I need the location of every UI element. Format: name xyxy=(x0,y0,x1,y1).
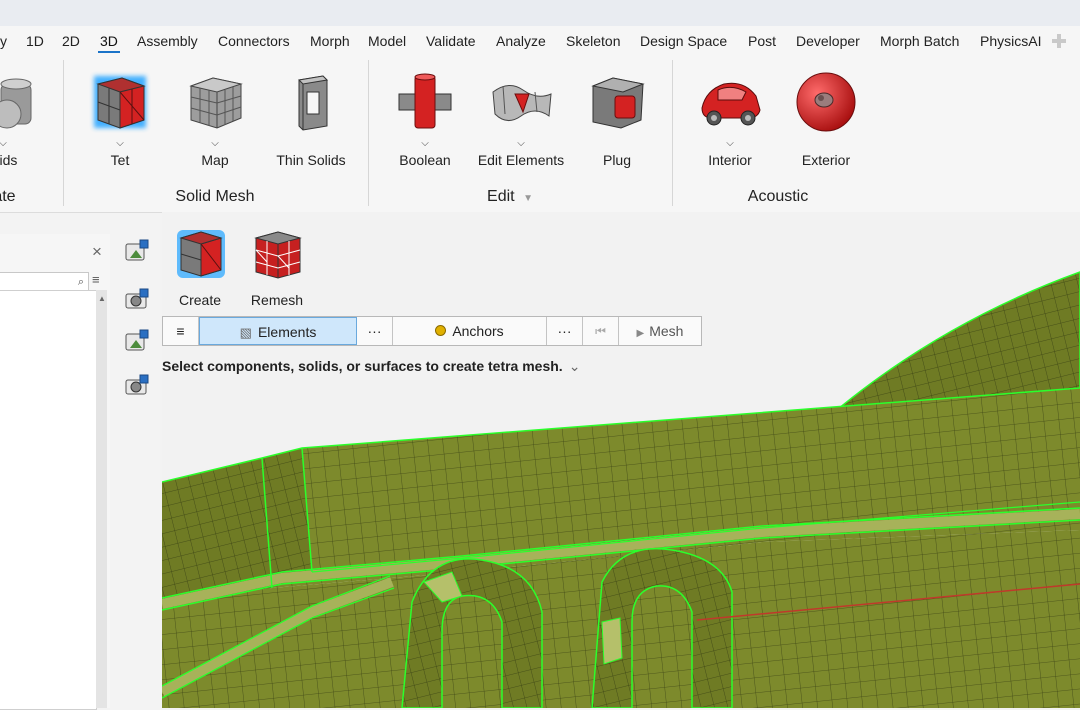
tab-skeleton[interactable]: Skeleton xyxy=(566,33,620,49)
elements-options-button[interactable]: ··· xyxy=(357,317,393,345)
tool-interior[interactable]: ⌵ Interior xyxy=(685,56,775,174)
tool-label: Create xyxy=(178,292,222,308)
tool-label: olids xyxy=(0,152,18,168)
remesh-icon xyxy=(254,231,302,279)
play-icon: ▶ xyxy=(636,328,645,339)
elements-label: Elements xyxy=(257,324,317,340)
tool-map[interactable]: ⌵ Map xyxy=(170,56,260,174)
tool-edit-elements[interactable]: ⌵ Edit Elements xyxy=(476,56,566,174)
tool-label: Exterior xyxy=(801,152,851,168)
tool-create[interactable]: Create xyxy=(165,222,235,308)
mesh-button[interactable]: ▶ Mesh xyxy=(619,317,701,345)
view-snapshot-icon[interactable] xyxy=(122,370,152,400)
tab-analyze[interactable]: Analyze xyxy=(496,33,546,49)
tab-3d[interactable]: 3D xyxy=(98,33,120,53)
tet-icon xyxy=(94,76,146,129)
map-icon xyxy=(189,77,243,129)
search-icon[interactable]: ⌕ xyxy=(78,276,84,289)
group-edit[interactable]: Edit ▼ xyxy=(462,188,558,206)
tab-physicsai[interactable]: PhysicsAI xyxy=(980,33,1041,49)
tool-label: Thin Solids xyxy=(276,152,346,168)
tab-assembly[interactable]: Assembly xyxy=(137,33,198,49)
tool-remesh[interactable]: Remesh xyxy=(242,222,312,308)
tab-1d[interactable]: 1D xyxy=(26,33,44,49)
tab-morph[interactable]: Morph xyxy=(310,33,350,49)
filter-icon[interactable]: ≡ xyxy=(92,272,100,287)
tab-design-space[interactable]: Design Space xyxy=(640,33,727,49)
tab-validate[interactable]: Validate xyxy=(426,33,476,49)
chevron-down-icon: ⌵ xyxy=(0,138,7,149)
tool-solids[interactable]: ⌵ olids xyxy=(0,56,48,174)
anchors-options-button[interactable]: ··· xyxy=(547,317,583,345)
tool-tet[interactable]: ⌵ Tet xyxy=(75,56,165,174)
chevron-down-icon: ⌵ xyxy=(116,138,124,149)
chevron-down-icon: ▼ xyxy=(523,193,533,204)
group-separator xyxy=(672,60,673,206)
group-separator xyxy=(368,60,369,206)
create-icon xyxy=(177,230,225,278)
tool-label: Tet xyxy=(110,152,130,168)
edit-elements-icon xyxy=(492,85,552,121)
title-strip xyxy=(0,0,1080,26)
context-toolbar: Create Remesh ≡ ▧ Elements ··· Anchors ··… xyxy=(162,222,722,382)
elements-icon: ▧ xyxy=(239,325,252,340)
tool-plug[interactable]: Plug xyxy=(572,56,662,174)
tab-morph-batch[interactable]: Morph Batch xyxy=(880,33,959,49)
view-iso-icon[interactable] xyxy=(122,236,152,266)
guide-bar: ≡ ▧ Elements ··· Anchors ··· ⏮ ▶ Mesh xyxy=(162,316,702,346)
view-front-icon[interactable] xyxy=(122,326,152,356)
anchor-icon xyxy=(435,325,447,336)
anchors-selector[interactable]: Anchors xyxy=(393,317,547,345)
exterior-icon xyxy=(796,72,856,132)
boolean-icon xyxy=(398,73,452,129)
interior-icon xyxy=(701,82,761,126)
scroll-up-icon[interactable]: ▲ xyxy=(98,294,106,303)
menu-bar: y 1D 2D 3D Assembly Connectors Morph Mod… xyxy=(0,26,1080,56)
prompt-message: Select components, solids, or surfaces t… xyxy=(162,358,563,374)
solids-icon xyxy=(0,78,32,129)
tab-post[interactable]: Post xyxy=(748,33,776,49)
tool-boolean[interactable]: ⌵ Boolean xyxy=(380,56,470,174)
ribbon: ⌵ olids eate ⌵ Tet ⌵ Map xyxy=(0,56,1080,213)
tool-label: Plug xyxy=(602,152,632,168)
group-create: eate xyxy=(0,188,16,205)
tab-model[interactable]: Model xyxy=(368,33,406,49)
chevron-down-icon: ⌵ xyxy=(517,138,525,149)
entity-list[interactable] xyxy=(0,290,97,710)
tab-y[interactable]: y xyxy=(0,33,7,49)
tool-label: Remesh xyxy=(250,292,304,308)
chevron-down-icon: ⌵ xyxy=(211,138,219,149)
tab-developer[interactable]: Developer xyxy=(796,33,860,49)
browser-panel: × ⌕ ≡ ▲ xyxy=(0,234,110,710)
tool-label: Map xyxy=(201,152,229,168)
first-icon[interactable]: ⏮ xyxy=(583,317,619,345)
elements-selector[interactable]: ▧ Elements xyxy=(199,317,357,345)
expand-icon[interactable]: ⌄ xyxy=(569,358,581,374)
close-icon[interactable]: × xyxy=(92,242,102,262)
tab-2d[interactable]: 2D xyxy=(62,33,80,49)
guide-menu-button[interactable]: ≡ xyxy=(163,317,199,345)
group-separator xyxy=(63,60,64,206)
tool-exterior[interactable]: Exterior xyxy=(781,56,871,174)
tab-connectors[interactable]: Connectors xyxy=(218,33,290,49)
plug-icon xyxy=(591,77,645,129)
anchors-label: Anchors xyxy=(452,323,504,339)
thin-solids-icon xyxy=(297,75,329,131)
group-solid-mesh: Solid Mesh xyxy=(175,188,255,205)
scrollbar[interactable]: ▲ xyxy=(96,290,107,708)
chevron-down-icon: ⌵ xyxy=(726,138,734,149)
group-acoustic: Acoustic xyxy=(747,188,809,205)
group-label: Edit xyxy=(487,188,515,205)
tool-label: Interior xyxy=(708,152,752,168)
tool-thin-solids[interactable]: Thin Solids xyxy=(266,56,356,174)
chevron-down-icon: ⌵ xyxy=(421,138,429,149)
tool-label: Boolean xyxy=(399,152,451,168)
view-camera-icon[interactable] xyxy=(122,284,152,314)
plus-icon[interactable] xyxy=(1052,34,1066,48)
tool-label: Edit Elements xyxy=(477,152,565,168)
mesh-label: Mesh xyxy=(649,323,684,339)
prompt-text: Select components, solids, or surfaces t… xyxy=(162,358,580,375)
